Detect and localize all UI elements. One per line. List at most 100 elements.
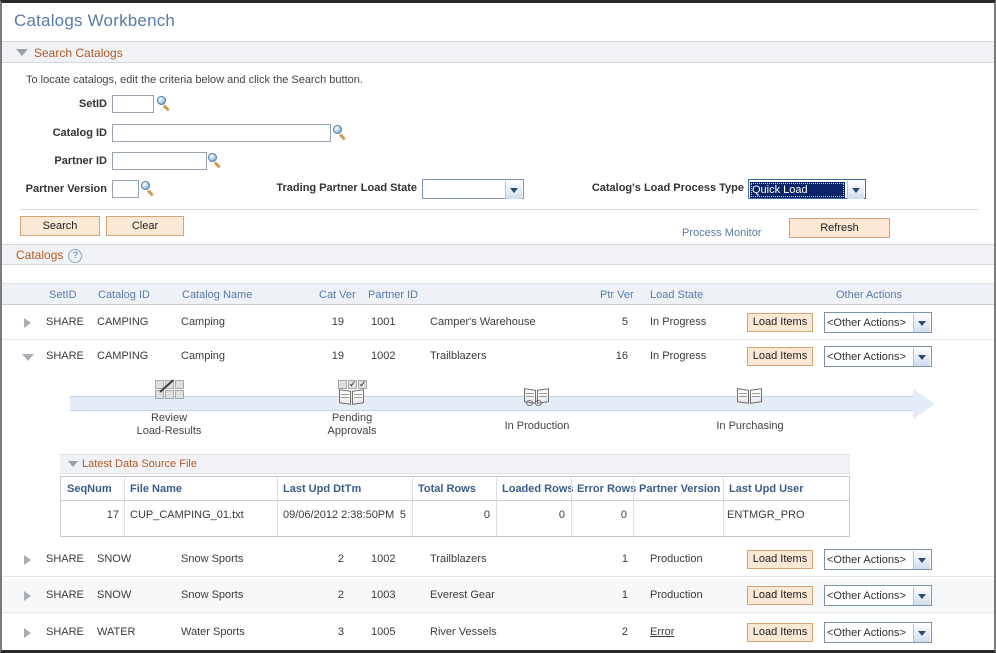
expand-row-triangle-icon[interactable] (24, 555, 31, 565)
cell-load-state: Production (650, 589, 703, 601)
workflow-stage-in-production[interactable]: In Production (477, 387, 597, 433)
refresh-button[interactable]: Refresh (789, 218, 890, 238)
cell-load-state: In Progress (650, 350, 706, 362)
workflow-stage-label-line2: Approvals (292, 425, 412, 438)
chevron-down-icon[interactable] (913, 314, 930, 332)
load-items-button[interactable]: Load Items (747, 586, 813, 605)
col-total-rows: Total Rows (418, 483, 476, 495)
load-items-button[interactable]: Load Items (747, 347, 813, 366)
col-last-upd-dttm: Last Upd DtTm (283, 483, 361, 495)
cell-catalog-id: SNOW (97, 589, 131, 601)
search-hint-text: To locate catalogs, edit the criteria be… (26, 74, 363, 86)
workflow-stage-review-load-results[interactable]: Review Load-Results (109, 380, 229, 438)
table-row[interactable]: SHARE CAMPING Camping 19 1002 Trailblaze… (2, 340, 994, 374)
table-row[interactable]: SHARE SNOW Snow Sports 2 1002 Trailblaze… (2, 543, 994, 577)
catalogs-section-header[interactable]: Catalogs? (2, 244, 994, 265)
process-monitor-link[interactable]: Process Monitor (682, 227, 761, 239)
chevron-down-icon[interactable] (847, 181, 864, 199)
col-partner-version: Partner Version (639, 483, 720, 495)
data-source-file-table-header: SeqNum File Name Last Upd DtTm Total Row… (61, 477, 849, 501)
col-seqnum: SeqNum (67, 483, 112, 495)
expand-row-triangle-icon[interactable] (24, 591, 31, 601)
cell-ptr-ver: 5 (596, 316, 628, 328)
partner-version-lookup-icon[interactable] (141, 181, 156, 196)
partner-id-input[interactable] (112, 152, 207, 170)
other-actions-value: <Other Actions> (827, 588, 911, 604)
cell-seqnum: 17 (67, 509, 119, 521)
glasses-icon (526, 400, 544, 407)
col-loaded-rows: Loaded Rows (502, 483, 574, 495)
load-items-button[interactable]: Load Items (747, 550, 813, 569)
search-button[interactable]: Search (20, 216, 100, 236)
chevron-down-icon[interactable] (505, 181, 522, 199)
workflow-stage-label-line1: In Production (477, 420, 597, 433)
chevron-down-icon[interactable] (913, 587, 930, 605)
collapse-row-triangle-icon[interactable] (22, 354, 34, 361)
in-production-icon (524, 387, 550, 405)
data-source-file-table: SeqNum File Name Last Upd DtTm Total Row… (60, 476, 850, 537)
col-error-rows: Error Rows (577, 483, 636, 495)
cell-file-name-link[interactable]: CUP_CAMPING_01.txt (130, 509, 244, 521)
cell-setid: SHARE (46, 350, 84, 362)
help-icon[interactable]: ? (68, 249, 82, 263)
cell-cat-ver: 19 (312, 316, 344, 328)
col-cat-ver: Cat Ver (319, 289, 356, 301)
cell-load-state: In Progress (650, 316, 706, 328)
catalogs-label-text: Catalogs (16, 248, 63, 262)
expand-row-triangle-icon[interactable] (24, 628, 31, 638)
cell-partner-name: Trailblazers (430, 553, 486, 565)
latest-data-source-file-header[interactable]: Latest Data Source File (60, 454, 850, 474)
load-items-button[interactable]: Load Items (747, 313, 813, 332)
collapse-triangle-icon[interactable] (68, 461, 78, 467)
cell-setid: SHARE (46, 553, 84, 565)
cell-total-rows: 5 (358, 509, 406, 521)
chevron-down-icon[interactable] (913, 624, 930, 642)
catalogs-grid-header: SetID Catalog ID Catalog Name Cat Ver Pa… (2, 283, 994, 305)
catalogs-label: Catalogs? (16, 248, 82, 263)
expand-row-triangle-icon[interactable] (24, 318, 31, 328)
cell-catalog-id: WATER (97, 626, 136, 638)
workflow-stage-in-purchasing[interactable]: In Purchasing (690, 387, 810, 433)
setid-lookup-icon[interactable] (157, 96, 172, 111)
collapse-triangle-icon[interactable] (16, 49, 28, 56)
clear-button[interactable]: Clear (106, 216, 184, 236)
cell-load-state: Production (650, 553, 703, 565)
other-actions-select[interactable]: <Other Actions> (824, 549, 932, 570)
review-load-results-icon (152, 380, 186, 400)
search-catalogs-section-header[interactable]: Search Catalogs (2, 41, 994, 63)
partner-id-lookup-icon[interactable] (208, 153, 223, 168)
other-actions-select[interactable]: <Other Actions> (824, 622, 932, 643)
col-load-state: Load State (650, 289, 703, 301)
other-actions-select[interactable]: <Other Actions> (824, 312, 932, 333)
trading-partner-load-state-select[interactable] (422, 179, 524, 199)
chevron-down-icon[interactable] (913, 348, 930, 366)
other-actions-select[interactable]: <Other Actions> (824, 585, 932, 606)
catalogs-load-process-type-select[interactable]: Quick Load (748, 179, 866, 199)
col-catalog-id: Catalog ID (98, 289, 150, 301)
load-items-button[interactable]: Load Items (747, 623, 813, 642)
table-row[interactable]: SHARE WATER Water Sports 3 1005 River Ve… (2, 616, 994, 650)
other-actions-value: <Other Actions> (827, 552, 911, 568)
cell-ptr-ver: 1 (596, 589, 628, 601)
catalog-id-input[interactable] (112, 124, 331, 142)
cell-catalog-name: Camping (181, 350, 225, 362)
setid-input[interactable] (112, 95, 154, 113)
other-actions-select[interactable]: <Other Actions> (824, 346, 932, 367)
cell-partner-version: 0 (579, 509, 627, 521)
table-row[interactable]: SHARE SNOW Snow Sports 2 1003 Everest Ge… (2, 579, 994, 613)
search-divider (20, 209, 978, 210)
cell-ptr-ver: 1 (596, 553, 628, 565)
workflow-stage-pending-approvals[interactable]: ✓ ✓ Pending Approvals (292, 380, 412, 438)
cell-catalog-id: CAMPING (97, 350, 148, 362)
cell-load-state-link[interactable]: Error (650, 626, 674, 638)
col-partner-id: Partner ID (368, 289, 418, 301)
catalog-id-lookup-icon[interactable] (333, 125, 348, 140)
cell-partner-name: Camper's Warehouse (430, 316, 536, 328)
partner-version-input[interactable] (112, 180, 139, 198)
catalogs-workbench-page: Catalogs Workbench Search Catalogs To lo… (0, 0, 996, 653)
chevron-down-icon[interactable] (913, 551, 930, 569)
table-row[interactable]: SHARE CAMPING Camping 19 1001 Camper's W… (2, 306, 994, 340)
col-catalog-name: Catalog Name (182, 289, 252, 301)
workflow-stage-label-line1: Pending (292, 412, 412, 425)
cell-catalog-name: Water Sports (181, 626, 245, 638)
